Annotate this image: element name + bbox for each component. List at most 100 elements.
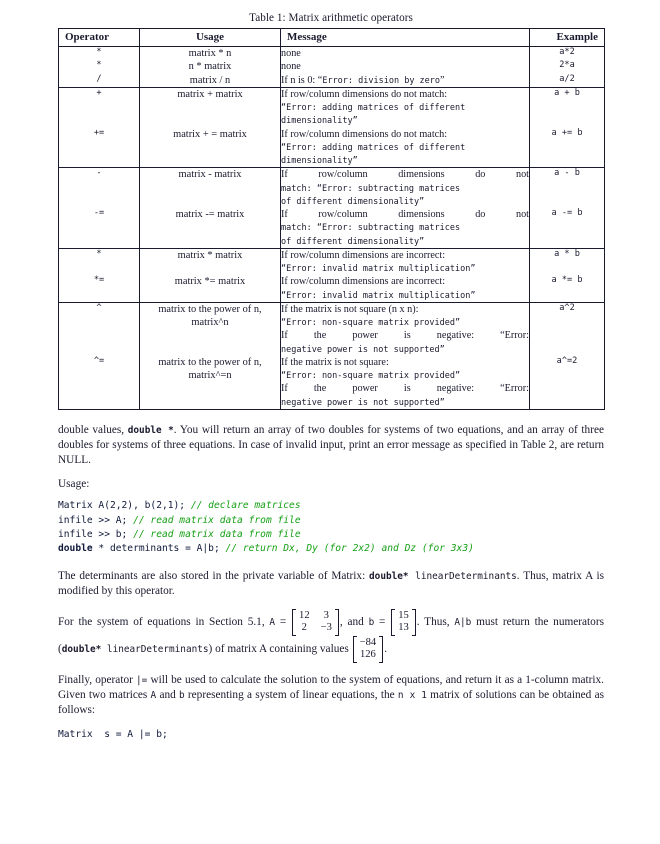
matrix-A-grid: 12 3 2 −3: [296, 609, 335, 636]
paragraph-solution-operator: Finally, operator |= will be used to cal…: [58, 673, 604, 718]
para3-eq1: =: [275, 616, 292, 629]
code-line: infile >> A; // read matrix data from fi…: [58, 514, 301, 526]
cell-example: a - b: [529, 167, 605, 208]
cell-usage: matrix to the power of n, matrix^n: [139, 301, 281, 356]
code-block-usage: Matrix A(2,2), b(2,1); // declare matric…: [58, 499, 604, 556]
table-row: - matrix - matrix If row/column dimensions…: [58, 167, 605, 208]
code-double-ptr-3: double*: [61, 644, 102, 656]
cell-operator: +=: [58, 127, 140, 168]
para4-text-a: Finally, operator: [58, 673, 137, 686]
cell-operator: /: [58, 73, 140, 88]
para3-period: .: [384, 643, 388, 656]
table-row: += matrix + = matrix If row/column dimensi…: [58, 127, 605, 168]
table-row: * matrix * n none a*2: [58, 46, 605, 61]
table-row: *= matrix *= matrix If row/column dimensio…: [58, 275, 605, 303]
column-header-example: Example: [529, 28, 605, 47]
paragraph-system-of-equations: For the system of equations in Section 5…: [58, 608, 604, 663]
code-block-solution: Matrix s = A |= b;: [58, 728, 168, 740]
cell-operator: *=: [58, 275, 140, 303]
cell-message: If row/column dimensions do not match: “E…: [280, 86, 530, 128]
cell-message: none: [280, 46, 530, 61]
cell-example: a^2: [529, 301, 605, 356]
cell-message: If row/column dimensions do not match: “E…: [280, 167, 530, 208]
matrix-determinants-value: −84 126: [352, 635, 384, 663]
cell-usage: matrix -= matrix: [139, 208, 281, 249]
usage-label: Usage:: [58, 478, 90, 491]
cell-message: If row/column dimensions are incorrect: “…: [280, 275, 530, 303]
cell-usage: matrix *= matrix: [139, 275, 281, 303]
code-comment: // declare matrices: [190, 500, 301, 512]
table-row: / matrix / n If n is 0: “Error: division b…: [58, 73, 605, 88]
code-n-by-1: n x 1: [397, 689, 427, 701]
cell-example: a^=2: [529, 355, 605, 410]
para3-tail-c: ) of matrix A containing values: [208, 643, 352, 656]
column-header-operator: Operator: [58, 28, 140, 47]
code-pipe-equals: |=: [136, 674, 148, 686]
cell-message: If row/column dimensions are incorrect: “…: [280, 247, 530, 276]
cell-operator: ^: [58, 301, 140, 356]
para3-tail-a: . Thus,: [416, 616, 455, 629]
code-comment: // return Dx, Dy (for 2x2) and Dz (for 3…: [225, 542, 474, 554]
cell-message: If n is 0: “Error: division by zero”: [280, 73, 530, 88]
cell-operator: *: [58, 46, 140, 61]
cell-message: none: [280, 60, 530, 74]
cell-operator: *: [58, 60, 140, 74]
cell-message: If the matrix is not square: “Error: non-…: [280, 355, 530, 410]
cell-message: If row/column dimensions do not match: “E…: [280, 208, 530, 249]
matrix-A-value: 12 3 2 −3: [292, 608, 339, 636]
cell-usage: matrix * n: [139, 46, 281, 61]
cell-usage: matrix + matrix: [139, 86, 281, 128]
cell-usage: matrix to the power of n, matrix^=n: [139, 355, 281, 410]
cell-message: If the matrix is not square (n x n): “Err…: [280, 301, 530, 356]
para2-text-a: The determinants are also stored in the …: [58, 570, 370, 583]
code-line: double * determinants = A|b; // return D…: [58, 542, 474, 554]
matrix-b-grid: 15 13: [395, 609, 412, 636]
cell-message: If row/column dimensions do not match: “E…: [280, 127, 530, 168]
para3-text-a: For the system of equations in Section 5…: [58, 616, 270, 629]
column-header-message: Message: [280, 28, 530, 47]
table-row: ^= matrix to the power of n, matrix^=n If t…: [58, 355, 605, 410]
matrix-cell: −3: [320, 622, 332, 634]
code-a-pipe-b: A|b: [454, 617, 472, 629]
table-row: ^ matrix to the power of n, matrix^n If the…: [58, 301, 605, 356]
cell-operator: ^=: [58, 355, 140, 410]
table-caption: Table 1: Matrix arithmetic operators: [249, 12, 413, 24]
code-lineardeterminants: linearDeterminants: [408, 571, 517, 583]
matrix-cell: 15: [398, 609, 409, 621]
cell-example: a *= b: [529, 275, 605, 303]
table-body: * matrix * n none a*2 * n * matrix none 2*a / mat…: [58, 46, 605, 410]
code-line: Matrix A(2,2), b(2,1); // declare matric…: [58, 500, 301, 512]
cell-example: a -= b: [529, 208, 605, 249]
para1-text-a: double values,: [58, 423, 128, 436]
document-page: Table 1: Matrix arithmetic operators Ope…: [0, 0, 660, 844]
cell-operator: -: [58, 167, 140, 208]
cell-usage: matrix * matrix: [139, 247, 281, 276]
cell-example: 2*a: [529, 60, 605, 74]
cell-usage: matrix / n: [139, 73, 281, 88]
code-line: infile >> b; // read matrix data from fi…: [58, 528, 301, 540]
table-row: + matrix + matrix If row/column dimensions…: [58, 86, 605, 128]
cell-usage: matrix - matrix: [139, 167, 281, 208]
cell-operator: *: [58, 247, 140, 276]
paragraph-return-values: double values, double *. You will return…: [58, 423, 604, 468]
page-content: Table 1: Matrix arithmetic operators Ope…: [58, 12, 605, 742]
cell-example: a + b: [529, 86, 605, 128]
code-double-pointer: double *: [127, 424, 174, 436]
column-header-usage: Usage: [139, 28, 281, 47]
matrix-cell: 3: [323, 609, 329, 621]
matrix-cell: 2: [301, 622, 307, 634]
table-header-row: Operator Usage Message Example: [58, 28, 605, 47]
cell-operator: +: [58, 86, 140, 128]
code-double-ptr-2: double*: [369, 571, 409, 583]
table-row: -= matrix -= matrix If row/column dimensio…: [58, 208, 605, 249]
para3-eq2: =: [374, 616, 391, 629]
code-comment: // read matrix data from file: [133, 528, 301, 540]
cell-example: a * b: [529, 247, 605, 276]
matrix-cell: −84: [359, 636, 377, 648]
table-row: * n * matrix none 2*a: [58, 60, 605, 74]
cell-example: a/2: [529, 73, 605, 88]
table-header: Operator Usage Message Example: [58, 28, 605, 47]
cell-example: a*2: [529, 46, 605, 61]
cell-usage: matrix + = matrix: [139, 127, 281, 168]
matrix-cell: 12: [299, 609, 310, 621]
